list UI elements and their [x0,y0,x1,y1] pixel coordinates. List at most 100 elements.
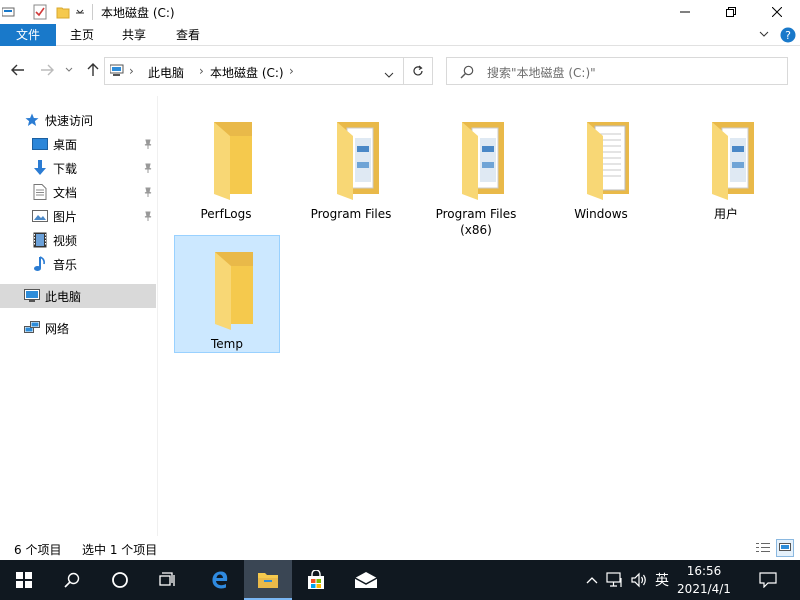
folder-item-selected[interactable]: Temp [174,235,280,353]
clock-time: 16:56 [686,564,722,578]
cortana-button[interactable] [96,560,144,600]
close-button[interactable] [754,0,800,24]
pin-icon[interactable] [142,138,154,150]
task-view-button[interactable] [144,560,192,600]
file-explorer-icon [258,573,278,588]
document-icon [32,184,48,200]
edge-browser-button[interactable] [196,560,244,600]
sidebar-label: 文档 [53,185,78,200]
maximize-button[interactable] [708,0,754,24]
item-name: Program Files [310,207,392,221]
windows-logo-icon [16,572,32,588]
network-status-button[interactable] [604,560,626,600]
search-icon [64,572,80,588]
show-hidden-icons-button[interactable] [582,560,602,600]
sidebar-item-desktop[interactable]: 桌面 [0,132,156,156]
sidebar-label: 下载 [53,161,78,176]
store-button[interactable] [292,560,340,600]
music-icon [32,256,48,272]
item-name: 用户 [713,207,738,221]
window-title: 本地磁盘 (C:) [101,6,175,20]
sidebar-item-quick-access[interactable]: 快速访问 [0,108,156,132]
star-icon [24,112,40,128]
recent-locations-icon[interactable] [62,60,76,80]
item-count: 6 个项目 [14,543,62,557]
minimize-button[interactable] [662,0,708,24]
tab-share[interactable]: 共享 [112,24,156,46]
title-bar: 本地磁盘 (C:) [0,0,800,24]
taskbar-search-button[interactable] [48,560,96,600]
pin-icon[interactable] [142,186,154,198]
desktop-icon [32,136,48,152]
item-name: PerfLogs [200,207,252,221]
sidebar-item-videos[interactable]: 视频 [0,228,156,252]
checklist-icon[interactable] [32,3,48,21]
folder-item[interactable]: Program Files (x86) [424,106,530,237]
volume-button[interactable] [628,560,650,600]
breadcrumb-this-pc[interactable]: 此电脑 [148,64,184,81]
sidebar-item-music[interactable]: 音乐 [0,252,156,276]
sidebar-label: 音乐 [53,257,78,272]
clock-date: 2021/4/1 [677,582,731,596]
selection-count: 选中 1 个项目 [82,543,158,557]
action-center-button[interactable] [752,560,784,600]
sidebar-label: 网络 [45,321,70,336]
tab-home[interactable]: 主页 [60,24,104,46]
navigation-pane: 快速访问 桌面 下载 文档 图片 视频 音乐 此电脑 网络 [0,96,158,536]
breadcrumb-drive[interactable]: 本地磁盘 (C:) [210,64,284,81]
back-button[interactable] [8,60,28,80]
download-icon [32,160,48,176]
breadcrumb-separator: › [289,64,294,78]
folder-item[interactable]: 用户 [674,106,780,224]
sidebar-item-documents[interactable]: 文档 [0,180,156,204]
large-icons-view-icon[interactable] [776,539,794,557]
sidebar-label: 此电脑 [45,289,82,304]
expand-ribbon-icon[interactable] [755,26,773,44]
pictures-icon [32,208,48,224]
tab-file[interactable]: 文件 [0,24,56,46]
this-pc-small-icon [109,64,126,81]
tab-view[interactable]: 查看 [166,24,210,46]
svg-text:?: ? [785,29,791,42]
file-list: PerfLogs Program Files Program Files (x8… [159,96,800,536]
folder-with-documents-icon [462,122,504,200]
network-tray-icon [606,572,622,587]
folder-item[interactable]: Program Files [299,106,405,224]
sidebar-label: 快速访问 [45,113,94,128]
start-button[interactable] [0,560,48,600]
navigation-bar: › 此电脑 › 本地磁盘 (C:) › 搜索"本地磁盘 (C:)" [0,46,800,96]
sidebar-item-downloads[interactable]: 下载 [0,156,156,180]
breadcrumb-separator: › [129,64,134,78]
address-dropdown-icon[interactable] [384,68,394,82]
folder-item[interactable]: PerfLogs [174,106,280,224]
pin-icon[interactable] [142,210,154,222]
item-name: Windows [574,207,628,221]
forward-button[interactable] [37,60,57,80]
item-name: Temp [211,337,243,351]
mail-button[interactable] [342,560,390,600]
details-view-icon[interactable] [754,539,772,557]
properties-icon[interactable] [2,3,16,21]
help-icon[interactable]: ? [779,26,797,44]
folder-icon [214,122,252,200]
input-language-button[interactable]: 英 [650,560,674,600]
up-button[interactable] [83,60,103,80]
new-folder-icon[interactable] [55,3,71,21]
folder-item[interactable]: Windows [549,106,655,224]
customize-dropdown-icon[interactable] [74,3,86,21]
sidebar-label: 桌面 [53,137,78,152]
pin-icon[interactable] [142,162,154,174]
sidebar-item-this-pc[interactable]: 此电脑 [0,284,156,308]
search-input[interactable]: 搜索"本地磁盘 (C:)" [446,57,788,85]
mail-icon [354,572,378,588]
chevron-up-icon [586,577,598,584]
sidebar-item-network[interactable]: 网络 [0,316,156,340]
item-name: Program Files (x86) [435,207,517,237]
address-bar[interactable]: › 此电脑 › 本地磁盘 (C:) › [104,57,404,85]
sidebar-item-pictures[interactable]: 图片 [0,204,156,228]
refresh-button[interactable] [403,57,433,85]
clock[interactable]: 16:56 2021/4/1 [672,562,736,598]
store-icon [308,570,324,589]
search-placeholder: 搜索"本地磁盘 (C:)" [487,66,596,80]
file-explorer-taskbar-button[interactable] [244,560,292,600]
